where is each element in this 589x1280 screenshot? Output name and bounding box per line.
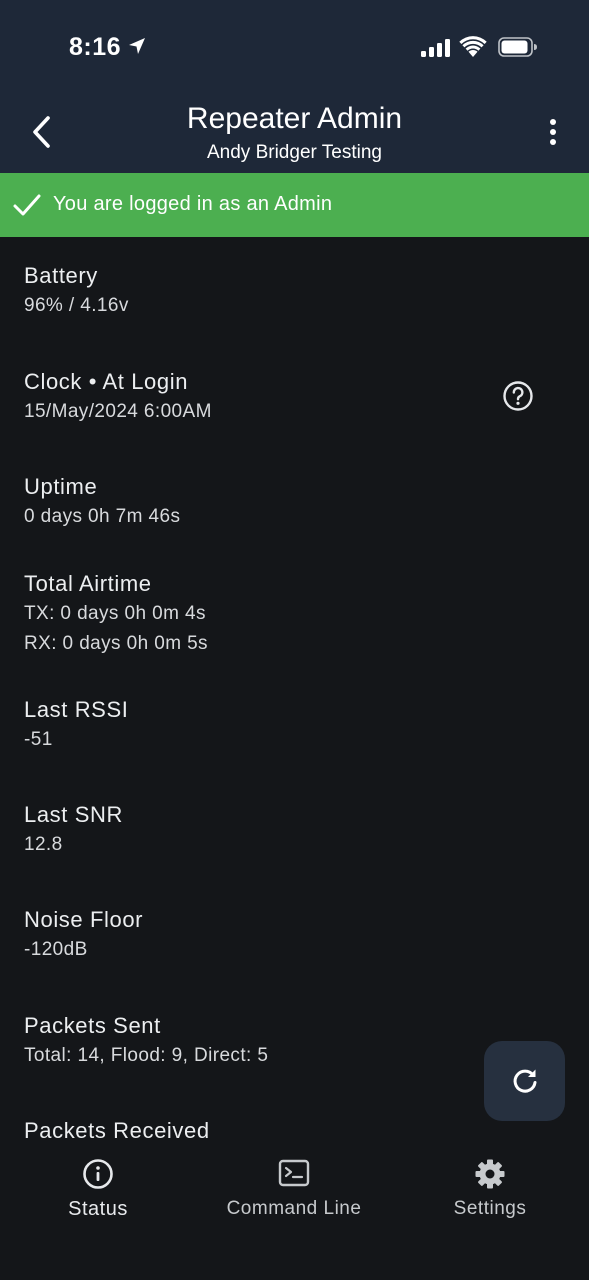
last-snr-item: Last SNR 12.8 — [24, 800, 564, 860]
item-label: Packets Received — [24, 1118, 210, 1143]
item-label: Noise Floor — [24, 907, 144, 932]
item-value: 12.8 — [24, 834, 63, 855]
clock-item: Clock • At Login 15/May/2024 6:00AM — [24, 367, 564, 427]
location-arrow-icon — [129, 38, 145, 54]
battery-item: Battery 96% / 4.16v — [24, 261, 564, 321]
nav-item-command-line[interactable]: Command Line — [199, 1143, 389, 1220]
item-value: 0 days 0h 7m 46s — [24, 506, 181, 527]
nav-item-settings[interactable]: Settings — [395, 1143, 585, 1220]
system-status-bar: 8:16 — [0, 0, 589, 95]
bottom-navigation: Status Command Line Settings — [0, 1143, 589, 1280]
nav-label-status: Status — [68, 1198, 128, 1220]
packets-received-item: Packets Received — [24, 1116, 564, 1146]
wifi-icon — [459, 36, 487, 57]
item-label: Last SNR — [24, 802, 123, 827]
item-value-tx: TX: 0 days 0h 0m 4s — [24, 603, 206, 624]
item-label: Packets Sent — [24, 1013, 161, 1038]
item-label: Battery — [24, 263, 98, 288]
page-title: Repeater Admin — [186, 102, 403, 135]
status-time: 8:16 — [69, 33, 122, 61]
item-label: Total Airtime — [24, 571, 152, 596]
noise-floor-item: Noise Floor -120dB — [24, 905, 564, 965]
refresh-button[interactable] — [484, 1041, 565, 1121]
item-value: 15/May/2024 6:00AM — [24, 401, 212, 422]
item-value: 96% / 4.16v — [24, 295, 129, 316]
item-label: Clock • At Login — [24, 369, 189, 394]
nav-label-settings: Settings — [453, 1198, 527, 1219]
banner-text: You are logged in as an Admin — [53, 193, 333, 215]
admin-login-banner: You are logged in as an Admin — [0, 173, 589, 237]
page-subtitle: Andy Bridger Testing — [207, 142, 382, 163]
item-value: Total: 14, Flood: 9, Direct: 5 — [24, 1045, 269, 1066]
item-value: -51 — [24, 729, 53, 750]
packets-sent-item: Packets Sent Total: 14, Flood: 9, Direct… — [24, 1011, 564, 1071]
item-label: Uptime — [24, 474, 98, 499]
check-icon — [13, 194, 41, 216]
refresh-icon — [513, 1069, 536, 1093]
item-value: -120dB — [24, 939, 88, 960]
info-icon — [83, 1159, 113, 1189]
terminal-icon — [278, 1159, 310, 1187]
nav-label-command-line: Command Line — [226, 1198, 362, 1219]
battery-status-icon — [498, 37, 537, 57]
cellular-signal-icon — [421, 39, 450, 57]
nav-item-status[interactable]: Status — [3, 1143, 193, 1221]
more-vertical-icon[interactable] — [543, 116, 563, 150]
help-circle-icon[interactable] — [502, 380, 534, 412]
item-label: Last RSSI — [24, 697, 129, 722]
last-rssi-item: Last RSSI -51 — [24, 695, 564, 755]
item-value-rx: RX: 0 days 0h 0m 5s — [24, 633, 208, 654]
uptime-item: Uptime 0 days 0h 7m 46s — [24, 472, 564, 532]
total-airtime-item: Total Airtime TX: 0 days 0h 0m 4s RX: 0 … — [24, 569, 564, 659]
app-header: 8:16 Repeater Admin Andy Bridger Testing — [0, 0, 589, 173]
gear-icon — [475, 1159, 505, 1189]
